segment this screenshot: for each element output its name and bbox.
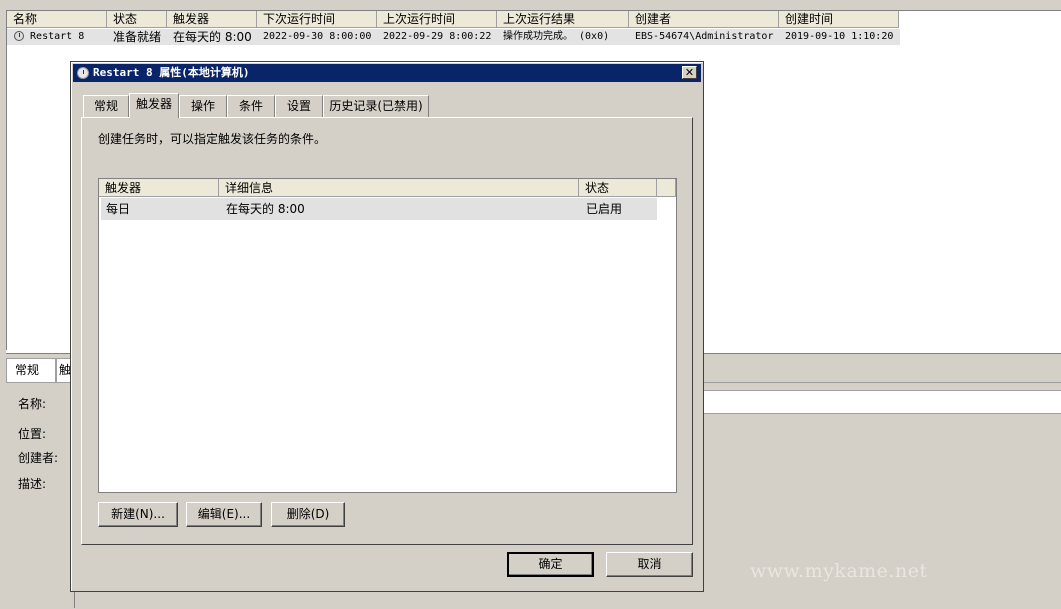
triggers-panel: 创建任务时，可以指定触发该任务的条件。 触发器 详细信息 状态 每日 在每天的 … <box>81 117 693 545</box>
task-list-header: 名称 状态 触发器 下次运行时间 上次运行时间 上次运行结果 创建者 创建时间 <box>7 11 907 29</box>
tab-conditions[interactable]: 条件 <box>227 95 275 117</box>
column-header-created[interactable]: 创建时间 <box>779 11 899 28</box>
column-header-name[interactable]: 名称 <box>7 11 107 28</box>
tab-settings[interactable]: 设置 <box>275 95 323 117</box>
task-properties-dialog: Restart 8 属性(本地计算机) ✕ 常规 触发器 操作 条件 设置 历史… <box>70 61 704 592</box>
edit-trigger-button[interactable]: 编辑(E)... <box>186 502 262 527</box>
triggers-grid: 触发器 详细信息 状态 每日 在每天的 8:00 已启用 <box>98 178 677 493</box>
task-status: 准备就绪 <box>113 30 162 44</box>
dialog-titlebar[interactable]: Restart 8 属性(本地计算机) ✕ <box>73 64 701 82</box>
task-creator: EBS-54674\Administrator <box>635 31 774 42</box>
grid-header-trigger[interactable]: 触发器 <box>99 179 219 197</box>
column-header-next-run[interactable]: 下次运行时间 <box>257 11 377 28</box>
task-name-cell: Restart 8 <box>14 29 84 45</box>
task-created: 2019-09-10 1:10:20 <box>785 31 894 42</box>
tab-triggers[interactable]: 触发器 <box>129 93 179 118</box>
column-header-trigger[interactable]: 触发器 <box>167 11 257 28</box>
details-label-name: 名称: <box>18 397 47 411</box>
column-header-status[interactable]: 状态 <box>107 11 167 28</box>
watermark: www.mykame.net <box>750 560 928 582</box>
task-next-run: 2022-09-30 8:00:00 <box>263 31 372 42</box>
details-label-description: 描述: <box>18 477 47 491</box>
new-trigger-button[interactable]: 新建(N)... <box>98 502 178 527</box>
tab-general[interactable]: 常规 <box>83 95 129 117</box>
clock-icon <box>77 67 89 79</box>
task-name: Restart 8 <box>30 31 85 42</box>
dialog-title: Restart 8 属性(本地计算机) <box>93 66 250 79</box>
task-trigger: 在每天的 8:00 <box>173 30 252 44</box>
trigger-type: 每日 <box>106 202 131 216</box>
details-tab-general[interactable]: 常规 <box>6 358 56 382</box>
column-header-last-result[interactable]: 上次运行结果 <box>497 11 629 28</box>
grid-header-filler <box>657 179 676 197</box>
task-last-run: 2022-09-29 8:00:22 <box>383 31 492 42</box>
grid-header-details[interactable]: 详细信息 <box>219 179 579 197</box>
trigger-details: 在每天的 8:00 <box>226 202 305 216</box>
details-label-location: 位置: <box>18 427 47 441</box>
delete-trigger-button[interactable]: 删除(D) <box>271 502 345 527</box>
triggers-description: 创建任务时，可以指定触发该任务的条件。 <box>98 132 327 146</box>
task-row[interactable]: Restart 8 准备就绪 在每天的 8:00 2022-09-30 8:00… <box>7 29 900 45</box>
column-header-creator[interactable]: 创建者 <box>629 11 779 28</box>
close-icon[interactable]: ✕ <box>682 66 697 79</box>
details-field-strip <box>700 390 1061 414</box>
trigger-row[interactable]: 每日 在每天的 8:00 已启用 <box>101 198 657 220</box>
cancel-button[interactable]: 取消 <box>606 552 693 577</box>
task-last-result: 操作成功完成。 (0x0) <box>503 31 610 42</box>
tab-actions[interactable]: 操作 <box>179 95 227 117</box>
details-label-author: 创建者: <box>18 451 59 465</box>
ok-button[interactable]: 确定 <box>507 552 594 577</box>
clock-icon <box>14 31 24 41</box>
tab-history[interactable]: 历史记录(已禁用) <box>323 95 429 117</box>
grid-header-status[interactable]: 状态 <box>579 179 657 197</box>
trigger-status: 已启用 <box>586 202 623 216</box>
column-header-last-run[interactable]: 上次运行时间 <box>377 11 497 28</box>
